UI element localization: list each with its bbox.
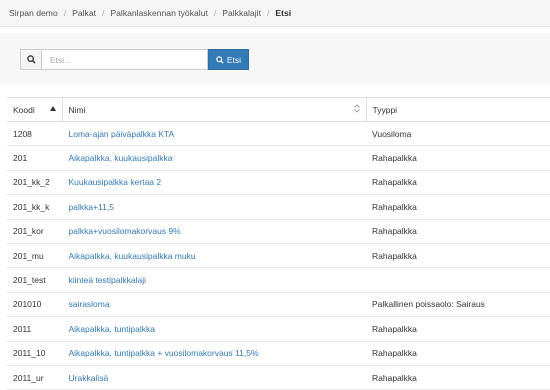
table-row[interactable]: 201_mu Aikapalkka, kuukausipalkka muku Rah… [7, 243, 550, 269]
cell-nimi-link[interactable]: palkka+11,5 [62, 194, 366, 220]
column-header-label: Koodi [13, 104, 35, 115]
cell-tyyppi: Rahapalkka [366, 170, 550, 196]
search-button-label: Etsi [226, 54, 242, 65]
table-row[interactable]: 201_test kiinteä testipalkkalaji [7, 267, 550, 293]
breadcrumb-separator: / [102, 8, 105, 18]
cell-koodi: 201_mu [7, 243, 62, 269]
cell-tyyppi: Palkallinen poissaolo: Sairaus [366, 292, 550, 318]
cell-nimi-link[interactable]: palkka+vuosilomakorvaus 9% [62, 219, 366, 244]
table-row[interactable]: 201_kor palkka+vuosilomakorvaus 9% Rahapal… [7, 219, 550, 244]
breadcrumb-item-palkkalajit[interactable]: Palkkalajit [222, 8, 261, 18]
cell-koodi: 201_test [7, 267, 62, 293]
cell-nimi-link[interactable]: Urakkalisä [62, 365, 366, 390]
column-header-label: Nimi [68, 104, 86, 115]
table-row[interactable]: 2011_ur Urakkalisä Rahapalkka [7, 365, 550, 390]
cell-nimi-link[interactable]: sairasloma [62, 292, 366, 318]
table-header-row: Koodi Nimi Tyyppi [7, 97, 550, 122]
table-row[interactable]: 2011 Aikapalkka, tuntipalkka Rahapalkka [7, 316, 550, 342]
breadcrumb-separator: / [266, 8, 270, 18]
search-button[interactable]: Etsi [208, 49, 249, 70]
table-row[interactable]: 201_kk_2 Kuukausipalkka kertaa 2 Rahapalkk… [7, 170, 550, 196]
cell-tyyppi: Rahapalkka [366, 145, 550, 171]
cell-tyyppi [366, 267, 550, 293]
breadcrumb-item-palkat[interactable]: Palkat [72, 8, 96, 18]
column-header-koodi[interactable]: Koodi [7, 97, 62, 122]
column-header-tyyppi[interactable]: Tyyppi [366, 97, 550, 122]
sort-icon [353, 104, 360, 113]
cell-nimi-link[interactable]: Aikapalkka, kuukausipalkka [62, 145, 366, 171]
cell-koodi: 2011_10 [7, 341, 62, 366]
table-row[interactable]: 201 Aikapalkka, kuukausipalkka Rahapalkka [7, 145, 550, 171]
cell-nimi-link[interactable]: Aikapalkka, kuukausipalkka muku [62, 243, 366, 269]
breadcrumb-item-sirpan-demo[interactable]: Sirpan demo [9, 8, 58, 18]
cell-tyyppi: Rahapalkka [366, 341, 550, 366]
cell-koodi: 201 [7, 145, 62, 171]
cell-koodi: 201_kor [7, 219, 62, 244]
table-row[interactable]: 1208 Loma-ajan päiväpalkka KTA Vuosiloma [7, 121, 550, 147]
breadcrumb-item-etsi: Etsi [275, 8, 292, 18]
breadcrumb-separator: / [63, 8, 67, 18]
sort-asc-icon [49, 106, 56, 111]
table-row[interactable]: 201_kk_k palkka+11,5 Rahapalkka [7, 194, 550, 220]
search-input[interactable] [42, 49, 208, 70]
cell-koodi: 201_kk_k [7, 194, 62, 220]
cell-tyyppi: Rahapalkka [366, 194, 550, 220]
cell-nimi-link[interactable]: Loma-ajan päiväpalkka KTA [62, 121, 366, 147]
cell-nimi-link[interactable]: Aikapalkka, tuntipalkka [62, 316, 366, 342]
search-panel: Etsi [0, 33, 550, 85]
cell-koodi: 201_kk_2 [7, 170, 62, 196]
search-icon [216, 55, 224, 64]
table-row[interactable]: 201010 sairasloma Palkallinen poissaolo: S… [7, 292, 550, 318]
breadcrumb-item-tyokalut[interactable]: Palkanlaskennan työkalut [110, 8, 207, 18]
cell-koodi: 1208 [7, 121, 62, 147]
breadcrumb-separator: / [213, 8, 217, 18]
breadcrumb: Sirpan demo / Palkat / Palkanlaskennan t… [0, 0, 550, 27]
cell-tyyppi: Rahapalkka [366, 316, 550, 342]
column-header-label: Tyyppi [372, 104, 398, 115]
cell-tyyppi: Rahapalkka [366, 365, 550, 390]
cell-nimi-link[interactable]: Aikapalkka, tuntipalkka + vuosilomakorva… [62, 341, 366, 366]
cell-koodi: 2011_ur [7, 365, 62, 390]
cell-koodi: 201010 [7, 292, 62, 318]
cell-tyyppi: Rahapalkka [366, 219, 550, 244]
table-row[interactable]: 2011_10 Aikapalkka, tuntipalkka + vuosilo… [7, 341, 550, 366]
results-table: Koodi Nimi Tyyppi 1208 Loma-ajan päiväpal… [7, 97, 550, 390]
cell-nimi-link[interactable]: Kuukausipalkka kertaa 2 [62, 170, 366, 196]
cell-tyyppi: Vuosiloma [366, 121, 550, 147]
cell-koodi: 2011 [7, 316, 62, 342]
cell-nimi-link[interactable]: kiinteä testipalkkalaji [62, 267, 366, 293]
search-icon [26, 55, 36, 64]
search-addon[interactable] [20, 49, 42, 70]
column-header-nimi[interactable]: Nimi [61, 97, 367, 122]
cell-tyyppi: Rahapalkka [366, 243, 550, 269]
